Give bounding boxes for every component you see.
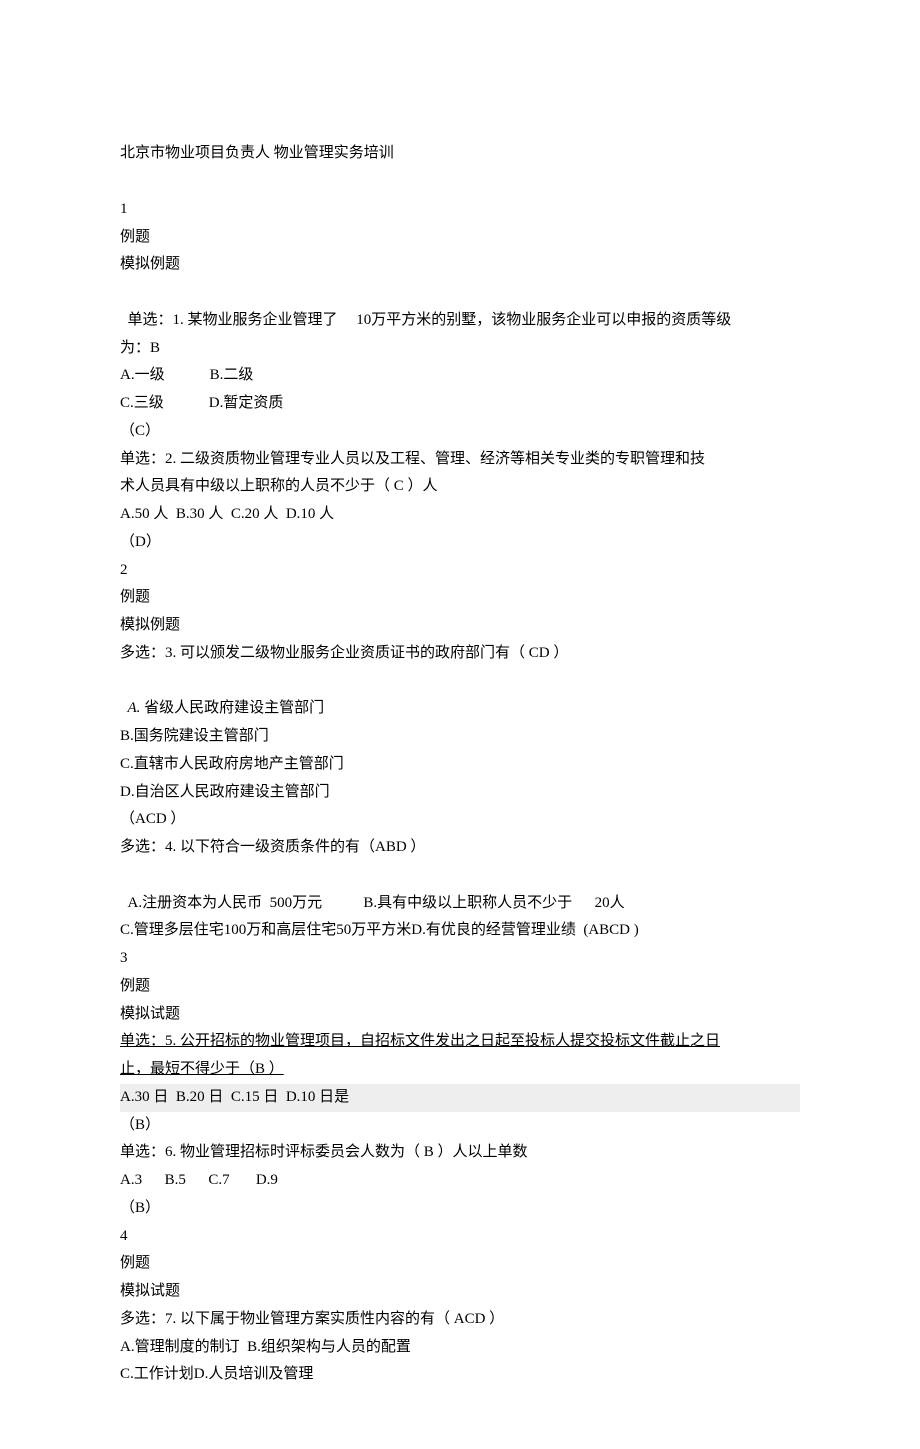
question-options: C.三级 D.暂定资质 bbox=[120, 390, 800, 418]
question-stem: 多选：3. 可以颁发二级物业服务企业资质证书的政府部门有（ CD ） bbox=[120, 640, 800, 668]
question-options: A.3 B.5 C.7 D.9 bbox=[120, 1167, 800, 1195]
question-answer: （B） bbox=[120, 1195, 800, 1223]
question-stem: 多选：4. 以下符合一级资质条件的有（ABD ） bbox=[120, 834, 800, 862]
section-label: 模拟试题 bbox=[120, 1001, 800, 1029]
question-stem: 单选：5. 公开招标的物业管理项目，自招标文件发出之日起至投标人提交投标文件截止… bbox=[120, 1028, 800, 1056]
question-options: A.一级 B.二级 bbox=[120, 362, 800, 390]
question-stem: 术人员具有中级以上职称的人员不少于（ C ）人 bbox=[120, 473, 800, 501]
question-option: C.直辖市人民政府房地产主管部门 bbox=[120, 751, 800, 779]
question-options: A.注册资本为人民币 500万元 B.具有中级以上职称人员不少于 20人 bbox=[120, 862, 800, 918]
section-label: 例题 bbox=[120, 1250, 800, 1278]
question-stem: 单选：1. 某物业服务企业管理了 10万平方米的别墅，该物业服务企业可以申报的资… bbox=[120, 279, 800, 335]
section-number: 1 bbox=[120, 196, 800, 224]
question-option: B.国务院建设主管部门 bbox=[120, 723, 800, 751]
section-number: 2 bbox=[120, 557, 800, 585]
section-label: 例题 bbox=[120, 584, 800, 612]
question-options: A.50 人 B.30 人 C.20 人 D.10 人 bbox=[120, 501, 800, 529]
question-stem: 单选：6. 物业管理招标时评标委员会人数为（ B ）人以上单数 bbox=[120, 1139, 800, 1167]
opt-b-count: 20人 bbox=[595, 895, 625, 911]
section-label: 例题 bbox=[120, 973, 800, 1001]
section-label: 模拟试题 bbox=[120, 1278, 800, 1306]
stem-text: 10万平方米的别墅，该物业服务企业可以申报的资质等级 bbox=[356, 312, 731, 328]
opt-b-text: B.具有中级以上职称人员不少于 bbox=[363, 895, 572, 911]
question-option: D.自治区人民政府建设主管部门 bbox=[120, 779, 800, 807]
document-title: 北京市物业项目负责人 物业管理实务培训 bbox=[120, 140, 800, 168]
question-stem: 止，最短不得少于（B ） bbox=[120, 1056, 800, 1084]
section-label: 例题 bbox=[120, 224, 800, 252]
question-options: C.管理多层住宅100万和高层住宅50万平方米D.有优良的经营管理业绩 (ABC… bbox=[120, 917, 800, 945]
question-stem: 为：B bbox=[120, 335, 800, 363]
question-answer: （D） bbox=[120, 529, 800, 557]
question-options: A.30 日 B.20 日 C.15 日 D.10 日是 bbox=[120, 1084, 800, 1112]
section-label: 模拟例题 bbox=[120, 612, 800, 640]
question-answer: （C） bbox=[120, 418, 800, 446]
option-letter: A. bbox=[128, 700, 141, 716]
question-option: A. 省级人民政府建设主管部门 bbox=[120, 668, 800, 724]
section-number: 3 bbox=[120, 945, 800, 973]
question-stem: 多选：7. 以下属于物业管理方案实质性内容的有（ ACD ） bbox=[120, 1306, 800, 1334]
section-label: 模拟例题 bbox=[120, 251, 800, 279]
question-stem: 单选：2. 二级资质物业管理专业人员以及工程、管理、经济等相关专业类的专职管理和… bbox=[120, 446, 800, 474]
option-text: 省级人民政府建设主管部门 bbox=[140, 700, 324, 716]
question-answer: （B） bbox=[120, 1112, 800, 1140]
question-answer: （ACD ） bbox=[120, 806, 800, 834]
question-options: A.管理制度的制订 B.组织架构与人员的配置 bbox=[120, 1334, 800, 1362]
section-number: 4 bbox=[120, 1223, 800, 1251]
question-options: C.工作计划D.人员培训及管理 bbox=[120, 1361, 800, 1389]
stem-text: 单选：1. 某物业服务企业管理了 bbox=[128, 312, 338, 328]
opt-a-text: A.注册资本为人民币 500万元 bbox=[128, 895, 323, 911]
